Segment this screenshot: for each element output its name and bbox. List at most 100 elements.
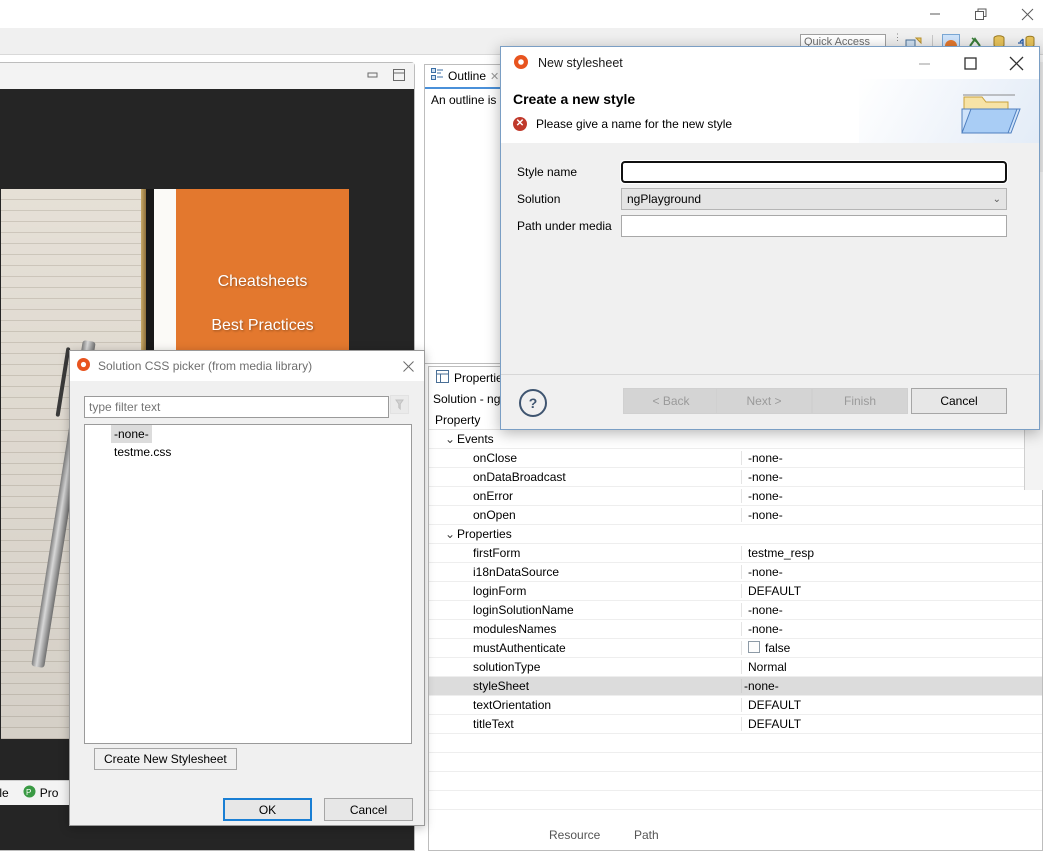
table-row[interactable]: styleSheet -none- xyxy=(429,677,1042,696)
table-row[interactable]: onDataBroadcast -none- xyxy=(429,468,1042,487)
create-new-stylesheet-button[interactable]: Create New Stylesheet xyxy=(94,748,237,770)
outline-empty-message: An outline is n xyxy=(431,93,507,107)
minimize-view-icon[interactable] xyxy=(366,69,380,84)
back-button[interactable]: < Back xyxy=(623,388,719,414)
css-file-list[interactable]: -none- testme.css xyxy=(84,424,412,744)
tab-console[interactable]: nsole xyxy=(0,786,13,800)
wizard-maximize-icon[interactable] xyxy=(947,47,993,79)
properties-rows: ⌄ Events onClose -none-onDataBroadcast -none… xyxy=(429,430,1042,848)
property-name-cell: onDataBroadcast xyxy=(429,470,741,484)
folder-icon xyxy=(961,87,1023,137)
ok-button[interactable]: OK xyxy=(223,798,312,821)
ide-minimize-icon[interactable] xyxy=(925,4,945,24)
property-value-cell[interactable]: Normal xyxy=(741,660,1042,674)
filter-input[interactable] xyxy=(84,396,389,418)
property-value-label: -none- xyxy=(748,508,783,522)
property-name-label: Properties xyxy=(457,527,512,541)
property-name-cell: styleSheet xyxy=(429,679,741,693)
list-item-label: testme.css xyxy=(114,445,172,459)
property-value-cell[interactable]: testme_resp xyxy=(741,546,1042,560)
ide-window-controls xyxy=(925,0,1037,28)
path-under-media-input[interactable] xyxy=(621,215,1007,237)
table-row[interactable]: loginForm DEFAULT xyxy=(429,582,1042,601)
property-value-label: -none- xyxy=(748,603,783,617)
properties-view: Properties Solution - ngP Property ⌄ Even… xyxy=(428,366,1043,851)
property-value-cell[interactable]: -none- xyxy=(741,603,1042,617)
problems-icon: P xyxy=(23,785,36,801)
property-value-label: -none- xyxy=(748,565,783,579)
property-name-cell: textOrientation xyxy=(429,698,741,712)
table-row-empty xyxy=(429,753,1042,772)
chevron-down-icon[interactable]: ⌄ xyxy=(445,527,457,541)
property-name-cell: onError xyxy=(429,489,741,503)
property-value-cell[interactable]: -none- xyxy=(741,489,1042,503)
property-name-cell: solutionType xyxy=(429,660,741,674)
ide-restore-icon[interactable] xyxy=(971,4,991,24)
table-row[interactable]: firstForm testme_resp xyxy=(429,544,1042,563)
table-row[interactable]: onClose -none- xyxy=(429,449,1042,468)
tab-outline-close-icon[interactable]: ✕ xyxy=(490,70,499,83)
property-value-cell[interactable]: -none- xyxy=(741,508,1042,522)
property-name-label: styleSheet xyxy=(473,679,530,693)
property-name-cell: ⌄ Properties xyxy=(429,527,741,541)
solution-select[interactable]: ngPlayground ⌄ xyxy=(621,188,1007,210)
property-value-cell[interactable]: -none- xyxy=(741,565,1042,579)
property-name-label: titleText xyxy=(473,717,514,731)
table-row[interactable]: textOrientation DEFAULT xyxy=(429,696,1042,715)
picker-title-bar: Solution CSS picker (from media library) xyxy=(70,351,424,381)
ide-close-icon[interactable] xyxy=(1017,4,1037,24)
help-icon[interactable]: ? xyxy=(519,389,547,417)
wizard-minimize-icon[interactable] xyxy=(901,47,947,79)
properties-icon xyxy=(436,370,449,386)
list-item[interactable]: -none- xyxy=(85,425,411,443)
tab-problems-label: Pro xyxy=(39,786,59,800)
property-name-cell: firstForm xyxy=(429,546,741,560)
property-value-cell[interactable]: -none- xyxy=(741,622,1042,636)
maximize-view-icon[interactable] xyxy=(392,68,406,85)
close-icon[interactable] xyxy=(401,359,416,374)
table-row[interactable]: ⌄ Properties xyxy=(429,525,1042,544)
filter-icon[interactable] xyxy=(390,395,409,414)
tab-problems[interactable]: P Pro xyxy=(19,785,63,801)
wizard-window-controls xyxy=(901,47,1039,79)
next-button[interactable]: Next > xyxy=(716,388,812,414)
property-value-cell[interactable]: DEFAULT xyxy=(741,584,1042,598)
cancel-button[interactable]: Cancel xyxy=(911,388,1007,414)
table-row[interactable]: onOpen -none- xyxy=(429,506,1042,525)
property-value-cell[interactable]: DEFAULT xyxy=(741,698,1042,712)
wizard-close-icon[interactable] xyxy=(993,47,1039,79)
table-row[interactable]: titleText DEFAULT xyxy=(429,715,1042,734)
property-value-label: -none- xyxy=(744,679,779,693)
finish-button[interactable]: Finish xyxy=(812,388,908,414)
property-value-cell[interactable]: DEFAULT xyxy=(741,717,1042,731)
property-value-cell[interactable]: -none- xyxy=(741,679,1042,693)
table-row-empty xyxy=(429,810,1042,829)
table-row[interactable]: onError -none- xyxy=(429,487,1042,506)
table-row[interactable]: modulesNames -none- xyxy=(429,620,1042,639)
properties-subtitle: Solution - ngP xyxy=(433,392,509,406)
property-value-cell[interactable]: -none- xyxy=(741,451,1042,465)
property-value-cell[interactable]: -none- xyxy=(741,470,1042,484)
wizard-form: Style name Solution ngPlayground ⌄ Path … xyxy=(501,143,1039,375)
list-item[interactable]: testme.css xyxy=(85,443,411,461)
checkbox-icon[interactable] xyxy=(748,641,760,653)
property-name-label: mustAuthenticate xyxy=(473,641,566,655)
property-name-cell: mustAuthenticate xyxy=(429,641,741,655)
style-name-input[interactable] xyxy=(620,160,1008,184)
property-value-label: Normal xyxy=(748,660,787,674)
servoy-icon xyxy=(513,54,529,73)
property-name-label: onError xyxy=(473,489,514,503)
property-name-label: Events xyxy=(457,432,494,446)
property-value-cell[interactable]: false xyxy=(741,641,1042,655)
table-row[interactable]: mustAuthenticate false xyxy=(429,639,1042,658)
table-row[interactable]: ⌄ Events xyxy=(429,430,1042,449)
table-row[interactable]: i18nDataSource -none- xyxy=(429,563,1042,582)
cancel-button[interactable]: Cancel xyxy=(324,798,413,821)
solution-css-picker-dialog: Solution CSS picker (from media library)… xyxy=(69,350,425,826)
property-name-label: i18nDataSource xyxy=(473,565,560,579)
table-row[interactable]: loginSolutionName -none- xyxy=(429,601,1042,620)
table-row[interactable]: solutionType Normal xyxy=(429,658,1042,677)
tab-outline[interactable]: Outline ✕ xyxy=(425,65,506,89)
card-title: Cheatsheets xyxy=(217,273,308,290)
chevron-down-icon[interactable]: ⌄ xyxy=(445,432,457,446)
